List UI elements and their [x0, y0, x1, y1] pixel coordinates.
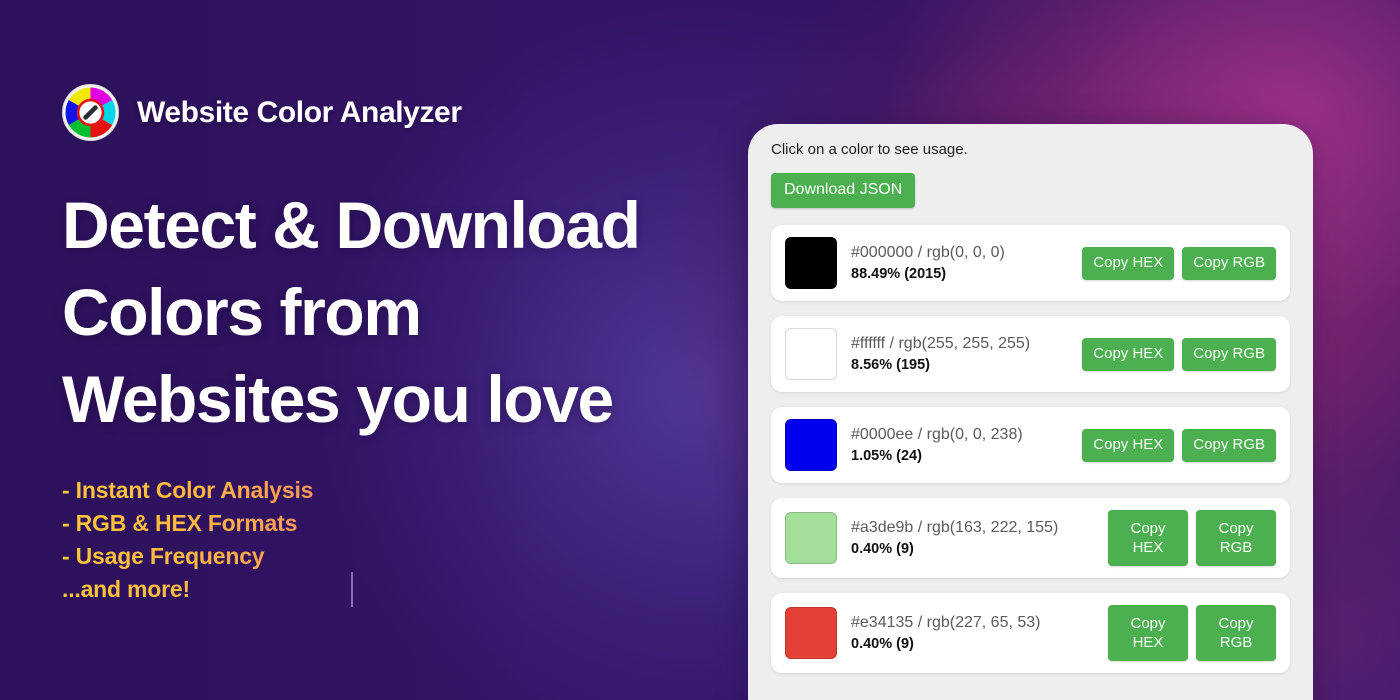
headline-line-3: Websites you love — [62, 362, 614, 436]
color-code: #e34135 / rgb(227, 65, 53) — [851, 614, 1041, 632]
color-row[interactable]: #e34135 / rgb(227, 65, 53) 0.40% (9) Cop… — [771, 593, 1290, 674]
color-usage: 0.40% (9) — [851, 636, 914, 653]
color-swatch[interactable] — [785, 607, 837, 660]
feature-item-2: - RGB & HEX Formats — [62, 507, 482, 540]
headline-line-1: Detect & Download — [62, 188, 641, 262]
copy-hex-button[interactable]: Copy HEX — [1082, 338, 1175, 371]
color-list: #000000 / rgb(0, 0, 0) 88.49% (2015) Cop… — [771, 225, 1290, 674]
feature-item-4: ...and more! — [62, 573, 482, 606]
page-title: Detect & Download Colors from Websites y… — [62, 182, 722, 443]
accent-divider — [351, 572, 353, 607]
color-code: #000000 / rgb(0, 0, 0) — [851, 244, 1005, 262]
color-info: #ffffff / rgb(255, 255, 255) 8.56% (195) — [851, 333, 1068, 375]
color-info: #e34135 / rgb(227, 65, 53) 0.40% (9) — [851, 612, 1094, 654]
copy-rgb-button[interactable]: Copy RGB — [1196, 605, 1276, 662]
color-swatch[interactable] — [785, 419, 837, 472]
color-actions: Copy HEX Copy RGB — [1082, 338, 1276, 371]
copy-rgb-button[interactable]: Copy RGB — [1182, 429, 1276, 462]
copy-hex-button[interactable]: Copy HEX — [1082, 247, 1175, 280]
color-row[interactable]: #0000ee / rgb(0, 0, 238) 1.05% (24) Copy… — [771, 407, 1290, 484]
color-info: #0000ee / rgb(0, 0, 238) 1.05% (24) — [851, 424, 1068, 466]
color-results-panel: Click on a color to see usage. Download … — [748, 124, 1313, 700]
color-actions: Copy HEX Copy RGB — [1082, 247, 1276, 280]
feature-item-1: - Instant Color Analysis — [62, 474, 482, 507]
color-wheel-icon — [62, 84, 119, 141]
copy-rgb-button[interactable]: Copy RGB — [1182, 338, 1276, 371]
hero-column: Website Color Analyzer Detect & Download… — [0, 0, 740, 700]
color-usage: 1.05% (24) — [851, 448, 922, 465]
feature-item-3: - Usage Frequency — [62, 540, 482, 573]
color-usage: 8.56% (195) — [851, 357, 930, 374]
brand: Website Color Analyzer — [62, 84, 462, 141]
panel-hint: Click on a color to see usage. — [771, 141, 968, 158]
color-code: #ffffff / rgb(255, 255, 255) — [851, 335, 1031, 353]
color-row[interactable]: #a3de9b / rgb(163, 222, 155) 0.40% (9) C… — [771, 498, 1290, 579]
brand-title: Website Color Analyzer — [137, 95, 462, 129]
copy-rgb-button[interactable]: Copy RGB — [1182, 247, 1276, 280]
color-code: #a3de9b / rgb(163, 222, 155) — [851, 519, 1059, 537]
copy-hex-button[interactable]: Copy HEX — [1082, 429, 1175, 462]
copy-rgb-button[interactable]: Copy RGB — [1196, 510, 1276, 567]
color-actions: Copy HEX Copy RGB — [1082, 429, 1276, 462]
headline-line-2: Colors from — [62, 275, 422, 349]
color-actions: Copy HEX Copy RGB — [1108, 510, 1276, 567]
color-row[interactable]: #ffffff / rgb(255, 255, 255) 8.56% (195)… — [771, 316, 1290, 393]
color-info: #000000 / rgb(0, 0, 0) 88.49% (2015) — [851, 242, 1068, 284]
color-swatch[interactable] — [785, 512, 837, 565]
color-row[interactable]: #000000 / rgb(0, 0, 0) 88.49% (2015) Cop… — [771, 225, 1290, 302]
color-code: #0000ee / rgb(0, 0, 238) — [851, 426, 1023, 444]
feature-list: - Instant Color Analysis - RGB & HEX For… — [62, 474, 482, 606]
copy-hex-button[interactable]: Copy HEX — [1108, 605, 1188, 662]
color-usage: 88.49% (2015) — [851, 266, 947, 283]
color-actions: Copy HEX Copy RGB — [1108, 605, 1276, 662]
copy-hex-button[interactable]: Copy HEX — [1108, 510, 1188, 567]
color-swatch[interactable] — [785, 237, 837, 290]
color-info: #a3de9b / rgb(163, 222, 155) 0.40% (9) — [851, 517, 1094, 559]
download-json-button[interactable]: Download JSON — [771, 173, 916, 209]
color-swatch[interactable] — [785, 328, 837, 381]
color-usage: 0.40% (9) — [851, 541, 914, 558]
